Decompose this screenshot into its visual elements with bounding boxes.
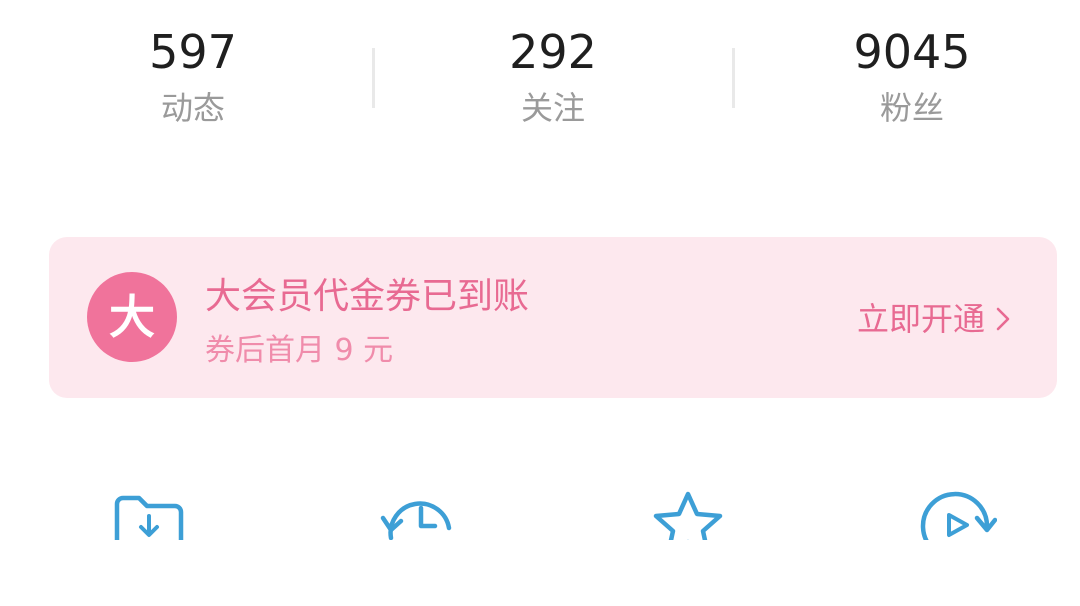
- stat-following-label: 关注: [520, 89, 585, 127]
- stat-posts-count: 597: [149, 25, 237, 79]
- chevron-right-icon: [996, 307, 1010, 331]
- watch-later-shortcut[interactable]: [917, 488, 997, 540]
- shortcut-row: [0, 488, 1080, 540]
- vip-banner-title: 大会员代金券已到账: [205, 276, 530, 317]
- stat-divider: [732, 48, 735, 108]
- vip-badge-icon: 大: [87, 272, 177, 362]
- stat-following-count: 292: [509, 25, 597, 79]
- history-clock-icon: [380, 501, 452, 540]
- star-icon: [653, 491, 723, 540]
- profile-page: 597 动态 292 关注 9045 粉丝 大 大会员代金券已到账 券后首月 9…: [0, 0, 1080, 606]
- watch-later-play-icon: [920, 491, 997, 540]
- stat-divider: [372, 48, 375, 108]
- stat-following[interactable]: 292 关注: [443, 22, 663, 128]
- stat-followers-label: 粉丝: [879, 89, 944, 127]
- vip-banner-subtitle: 券后首月 9 元: [205, 333, 394, 368]
- favorites-shortcut[interactable]: [648, 488, 728, 540]
- stats-row: 597 动态 292 关注 9045 粉丝: [0, 22, 1080, 142]
- download-folder-icon: [114, 495, 184, 540]
- activate-vip-label: 立即开通: [856, 300, 985, 338]
- activate-vip-button[interactable]: 立即开通: [857, 297, 1013, 341]
- stat-followers[interactable]: 9045 粉丝: [802, 22, 1022, 128]
- offline-cache-shortcut[interactable]: [109, 488, 189, 540]
- stat-posts[interactable]: 597 动态: [83, 22, 303, 128]
- stat-posts-label: 动态: [160, 89, 225, 127]
- stat-followers-count: 9045: [853, 25, 971, 79]
- vip-coupon-banner[interactable]: 大 大会员代金券已到账 券后首月 9 元 立即开通: [49, 237, 1057, 398]
- history-shortcut[interactable]: [377, 488, 457, 540]
